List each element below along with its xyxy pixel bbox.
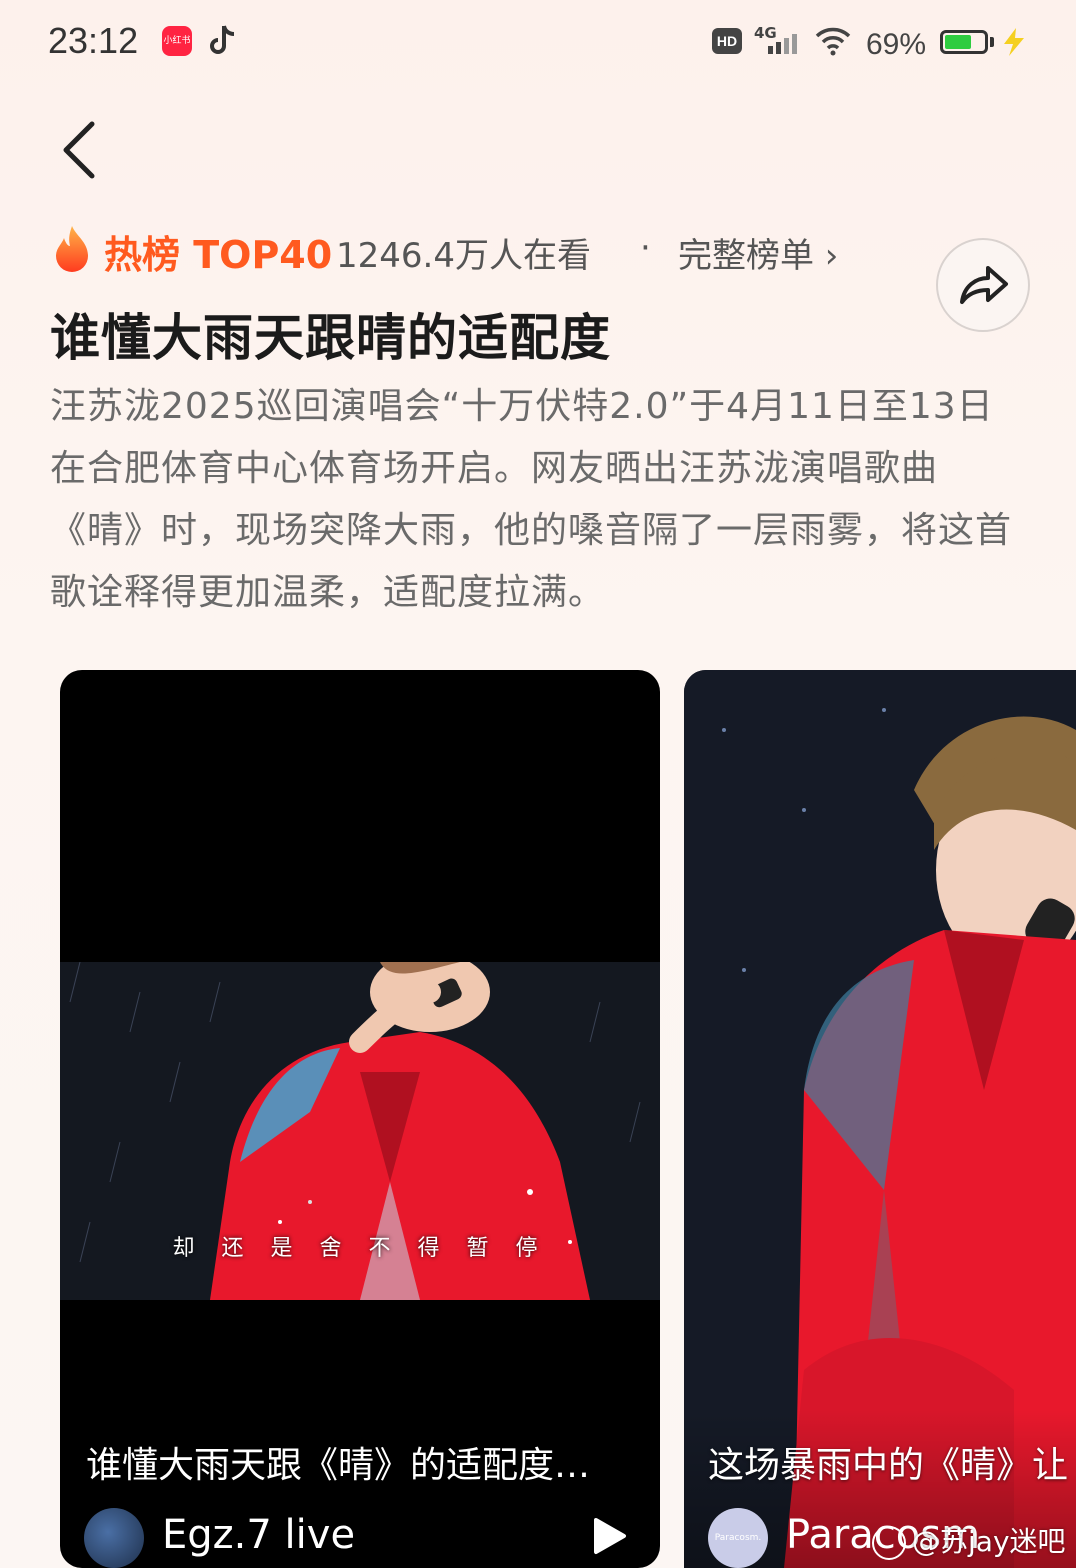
wifi-icon bbox=[815, 27, 851, 56]
watermark-text: @苏jay迷吧 bbox=[912, 1525, 1066, 1558]
separator-dot: · bbox=[640, 228, 651, 268]
full-list-link[interactable]: 完整榜单 › bbox=[678, 228, 838, 277]
author-avatar[interactable]: Paracosm. bbox=[708, 1508, 768, 1568]
card-title: 谁懂大雨天跟《晴》的适配度… bbox=[86, 1445, 591, 1486]
share-icon bbox=[960, 266, 1008, 304]
video-card[interactable]: 这场暴雨中的《晴》让 Paracosm. Paracosm bbox=[684, 670, 1076, 1568]
battery-icon bbox=[940, 30, 988, 54]
battery-tip bbox=[990, 37, 994, 47]
weibo-logo-icon bbox=[872, 1526, 906, 1560]
xiaohongshu-app-icon: 小红书 bbox=[162, 26, 192, 56]
avatar-text: Paracosm. bbox=[714, 1533, 762, 1543]
video-card[interactable]: 却 还 是 舍 不 得 暂 停 谁懂大雨天跟《晴》的适配度… Egz.7 liv… bbox=[60, 670, 660, 1568]
back-button[interactable] bbox=[56, 118, 106, 182]
play-icon[interactable] bbox=[592, 1516, 628, 1556]
signal-icon bbox=[768, 34, 797, 54]
concert-photo-image bbox=[684, 670, 1076, 1568]
hot-rank-label: 热榜 TOP40 bbox=[104, 233, 333, 277]
card-title: 这场暴雨中的《晴》让 bbox=[708, 1445, 1069, 1486]
author-name[interactable]: Egz.7 live bbox=[162, 1512, 355, 1558]
video-thumbnail: 却 还 是 舍 不 得 暂 停 bbox=[60, 962, 660, 1300]
topic-description: 汪苏泷2025巡回演唱会“十万伏特2.0”于4月11日至13日在合肥体育中心体育… bbox=[50, 386, 1013, 613]
tiktok-icon bbox=[210, 25, 235, 54]
viewer-count: 1246.4万人在看 bbox=[336, 236, 591, 276]
video-subtitle: 却 还 是 舍 不 得 暂 停 bbox=[172, 1236, 548, 1261]
author-avatar[interactable] bbox=[84, 1508, 144, 1568]
status-time: 23:12 bbox=[48, 20, 139, 61]
hd-badge: HD bbox=[712, 28, 742, 54]
hot-rank-row: 热榜 TOP40 1246.4万人在看 · 完整榜单 › bbox=[50, 222, 910, 278]
charging-bolt-icon bbox=[1004, 28, 1024, 56]
share-button[interactable] bbox=[936, 238, 1030, 332]
flame-icon bbox=[56, 226, 88, 272]
page-title: 谁懂大雨天跟晴的适配度 bbox=[50, 309, 611, 367]
battery-percent: 69% bbox=[866, 28, 927, 61]
watermark: @苏jay迷吧 bbox=[872, 1520, 1066, 1560]
status-bar: 23:12 小红书 HD 4G 69% bbox=[0, 0, 1076, 86]
